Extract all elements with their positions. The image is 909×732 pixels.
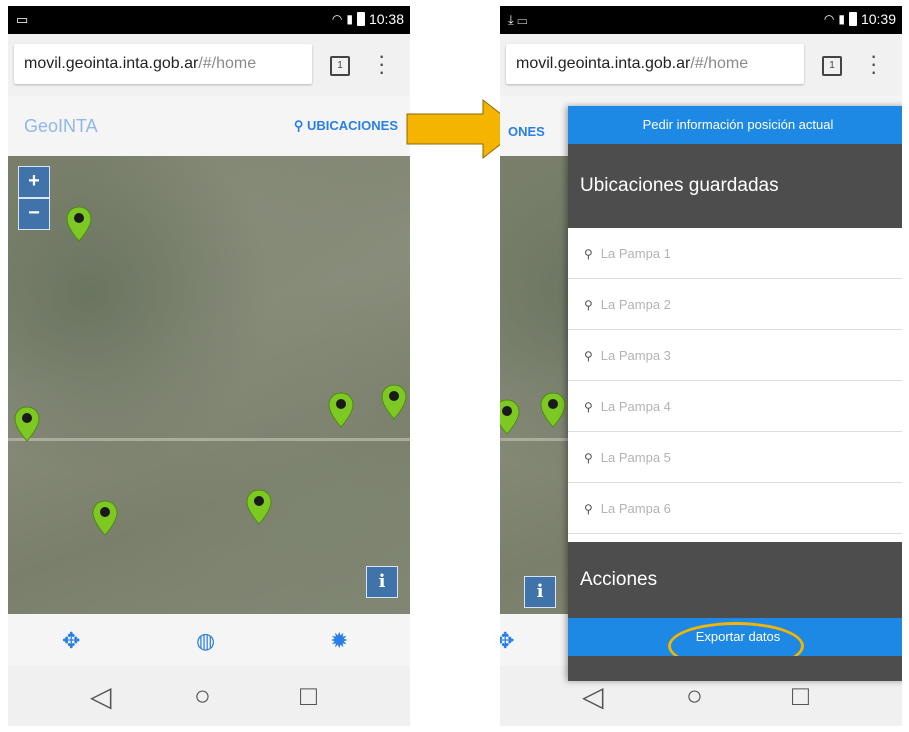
gallery-notification-icon: ▭ [16,12,29,27]
list-item[interactable]: ⚲ La Pampa 3 [568,330,902,381]
url-field[interactable]: movil.geointa.inta.gob.ar/#/home [14,44,312,84]
map-marker-icon[interactable] [246,489,272,525]
zoom-out-button[interactable]: − [18,198,50,230]
map-info-button[interactable]: i [524,576,556,608]
list-item[interactable]: ⚲ La Pampa 4 [568,381,902,432]
map-pin-icon: ⚲ [584,451,593,465]
wifi-icon: ◠ [823,12,835,26]
location-label: La Pampa 1 [600,246,671,261]
url-host: movil.geointa.inta.gob.ar [24,55,199,72]
home-icon[interactable]: ○ [194,680,211,712]
signal-icon: ▮ [838,12,845,26]
locations-link[interactable]: ⚲ UBICACIONES [294,118,398,134]
status-bar: ▭ ◠ ▮ 10:38 [8,6,410,34]
saved-locations-heading: Ubicaciones guardadas [568,144,902,228]
location-label: La Pampa 5 [600,450,671,465]
map-pin-icon: ⚲ [584,247,593,261]
map-marker-icon[interactable] [92,500,118,536]
list-item[interactable]: ⚲ La Pampa 2 [568,279,902,330]
zoom-in-button[interactable]: + [18,166,50,198]
back-icon[interactable]: ◁ [582,680,604,713]
map-pin-icon: ⚲ [584,400,593,414]
phone-screen-after: ⤓ ▭ ◠ ▮ 10:39 movil.geointa.inta.gob.ar/… [500,6,902,726]
wifi-icon: ◠ [331,12,343,26]
map-marker-icon[interactable] [500,399,520,435]
browser-toolbar: movil.geointa.inta.gob.ar/#/home 1 · · · [500,34,902,96]
map-marker-icon[interactable] [381,384,407,420]
map-marker-icon[interactable] [540,392,566,428]
map-view[interactable]: + − i [8,156,410,614]
map-marker-icon[interactable] [328,392,354,428]
location-label: La Pampa 2 [600,297,671,312]
battery-icon [356,12,365,26]
locate-icon[interactable]: ✥ [62,628,80,654]
map-marker-icon[interactable] [14,406,40,442]
system-nav-bar: ◁ ○ □ [8,666,410,726]
list-item[interactable]: ⚲ La Pampa 6 [568,483,902,534]
home-icon[interactable]: ○ [686,680,703,712]
location-label: La Pampa 3 [600,348,671,363]
map-road [8,438,410,441]
list-item[interactable]: ⚲ La Pampa 1 [568,228,902,279]
browser-menu-icon[interactable]: · · · [378,45,385,83]
browser-menu-icon[interactable]: · · · [870,45,877,83]
location-label: La Pampa 4 [600,399,671,414]
zoom-control: + − [18,166,50,230]
status-time: 10:39 [860,11,896,27]
map-marker-icon[interactable] [66,206,92,242]
app-brand[interactable]: GeoINTA [24,116,98,137]
url-host: movil.geointa.inta.gob.ar [516,55,691,72]
map-info-button[interactable]: i [366,566,398,598]
locations-link-fragment[interactable]: ONES [508,124,545,139]
download-notification-icon: ⤓ ▭ [508,12,528,27]
gear-icon[interactable]: ✹ [330,628,348,654]
url-field[interactable]: movil.geointa.inta.gob.ar/#/home [506,44,804,84]
actions-heading: Acciones [568,542,902,618]
map-pin-icon: ⚲ [584,349,593,363]
map-pin-icon: ⚲ [584,502,593,516]
url-path: /#/home [690,55,749,72]
app-header: GeoINTA ⚲ UBICACIONES [8,96,410,156]
tabs-button[interactable]: 1 [330,56,350,76]
browser-toolbar: movil.geointa.inta.gob.ar/#/home 1 · · · [8,34,410,96]
tabs-button[interactable]: 1 [822,56,842,76]
locations-drawer: Pedir información posición actual Ubicac… [568,106,902,681]
locations-label: UBICACIONES [306,118,398,133]
back-icon[interactable]: ◁ [90,680,112,713]
request-position-button[interactable]: Pedir información posición actual [568,106,902,144]
list-item[interactable]: ⚲ La Pampa 5 [568,432,902,483]
export-data-button[interactable]: Exportar datos [568,618,902,670]
signal-icon: ▮ [346,12,353,26]
recents-icon[interactable]: □ [792,680,809,712]
saved-locations-list: ⚲ La Pampa 1 ⚲ La Pampa 2 ⚲ La Pampa 3 ⚲ La … [568,228,902,534]
phone-screen-before: ▭ ◠ ▮ 10:38 movil.geointa.inta.gob.ar/#/… [8,6,410,726]
url-path: /#/home [198,55,257,72]
battery-icon [848,12,857,26]
status-time: 10:38 [368,11,404,27]
globe-icon[interactable]: ◍ [196,628,215,654]
status-bar: ⤓ ▭ ◠ ▮ 10:39 [500,6,902,34]
location-label: La Pampa 6 [600,501,671,516]
map-pin-icon: ⚲ [584,298,593,312]
map-pin-icon: ⚲ [293,118,307,133]
locate-icon[interactable]: ✥ [500,628,514,654]
drawer-footer [568,656,902,681]
recents-icon[interactable]: □ [300,680,317,712]
bottom-nav: ✥ ◍ ✹ [8,614,410,666]
